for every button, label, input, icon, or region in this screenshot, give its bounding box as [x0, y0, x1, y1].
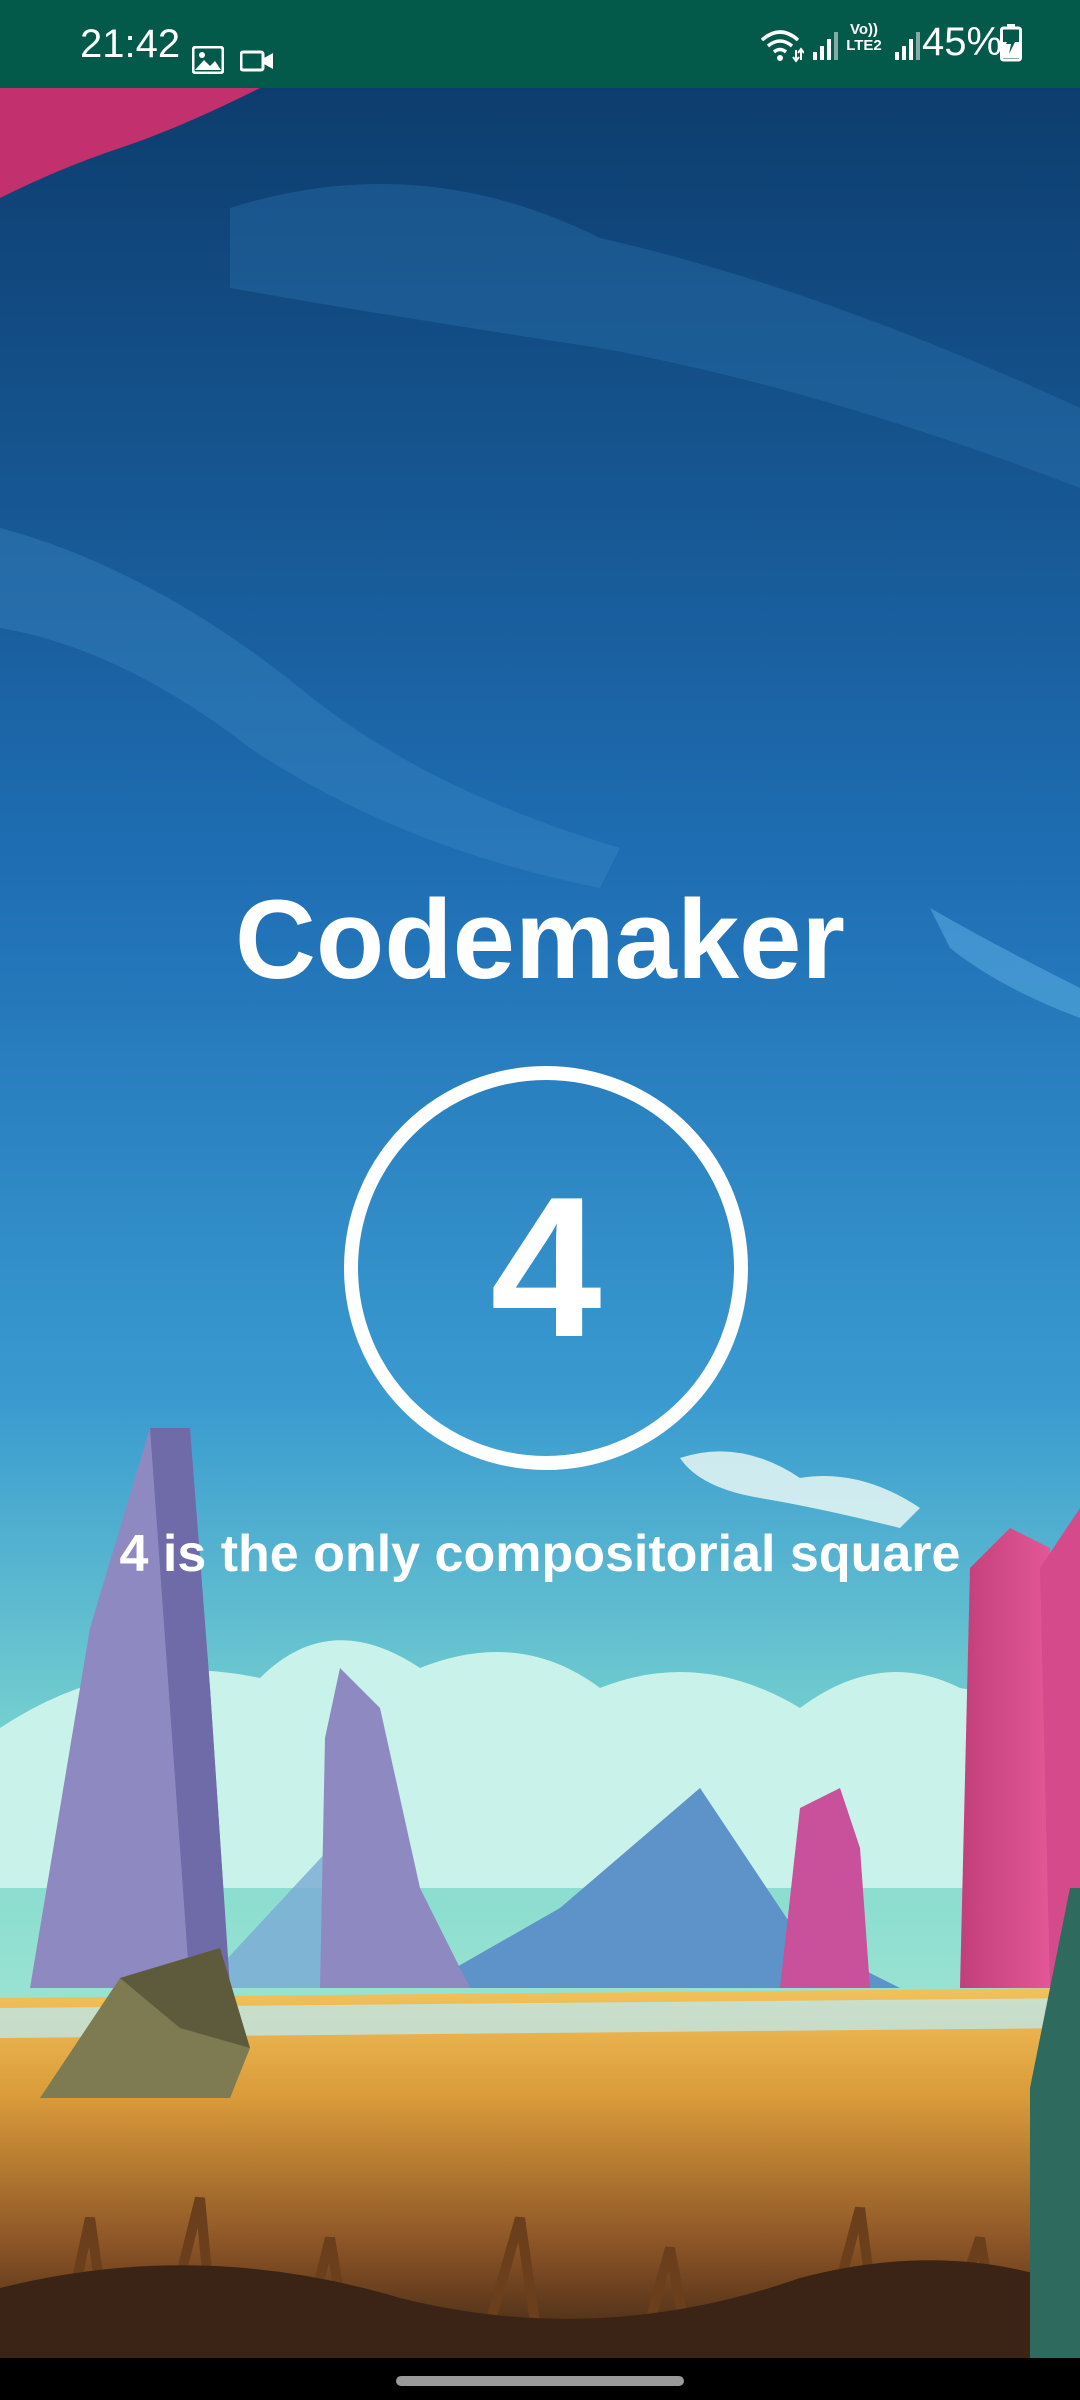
app-title: Codemaker: [234, 877, 846, 1002]
number-circle: 4: [344, 1066, 748, 1470]
lte-label: LTE2: [846, 37, 882, 54]
battery-charging-icon: [1000, 24, 1022, 67]
number-value: 4: [490, 1156, 602, 1379]
video-icon: [239, 50, 274, 77]
volte-label: Vo)): [849, 21, 879, 38]
wifi-icon: [760, 28, 805, 69]
battery-percentage: 45%: [922, 20, 1003, 64]
home-gesture-handle[interactable]: [396, 2376, 684, 2386]
status-bar: 21:42 Vo)) LTE2 45%: [0, 0, 1080, 88]
navigation-bar: [0, 2358, 1080, 2400]
gallery-icon: [191, 45, 225, 79]
network-type-label: Vo)) LTE2: [840, 22, 888, 54]
app-screen: 21:42 Vo)) LTE2 45% Codemaker 4 4 is the…: [0, 0, 1080, 2400]
signal-icon: [812, 30, 838, 67]
status-time: 21:42: [80, 22, 181, 66]
number-fact-text: 4 is the only compositorial square: [119, 1525, 961, 1583]
signal-icon: [894, 30, 920, 67]
